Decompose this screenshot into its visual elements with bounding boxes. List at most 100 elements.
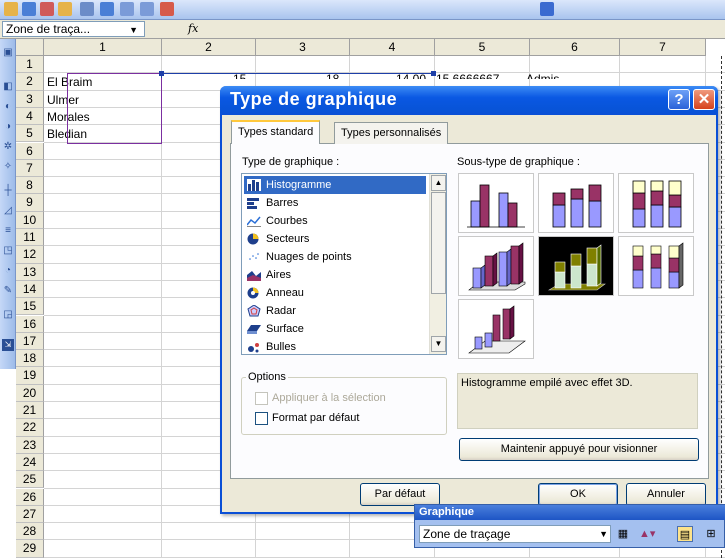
subtype-3d-column[interactable] [458, 299, 534, 359]
shape-icon[interactable]: ◐ [2, 101, 14, 113]
cell-value[interactable]: Admis [526, 73, 559, 79]
cancel-button[interactable]: Annuler [626, 483, 706, 506]
select-all-corner[interactable] [16, 39, 44, 56]
data-table-icon[interactable]: ⊞ [703, 526, 719, 542]
chevron-down-icon[interactable]: ▼ [129, 23, 138, 36]
row-header[interactable]: 16 [16, 315, 44, 333]
default-button[interactable]: Par défaut [360, 483, 440, 506]
shape-icon[interactable]: ◿ [2, 205, 14, 217]
row-header[interactable]: 27 [16, 505, 44, 524]
row-header[interactable]: 9 [16, 194, 44, 212]
name-box[interactable]: Zone de traça... ▼ [2, 21, 145, 37]
toolbar-icon[interactable] [120, 2, 134, 16]
image-icon[interactable]: ▣ [2, 47, 14, 59]
shape-icon[interactable]: ◑ [2, 121, 14, 133]
subtype-3d-clustered-column[interactable] [458, 236, 534, 296]
resize-grip-icon[interactable]: ⇲ [2, 339, 14, 351]
toolbar-icon[interactable] [22, 2, 36, 16]
subtype-3d-100-stacked-column[interactable] [618, 236, 694, 296]
row-header[interactable]: 3 [16, 90, 44, 108]
toolbar-icon[interactable] [4, 2, 18, 16]
row-header[interactable]: 7 [16, 159, 44, 178]
default-format-checkbox[interactable] [255, 412, 268, 425]
chart-type-item[interactable]: Radar [244, 302, 426, 320]
column-header[interactable]: 3 [256, 39, 350, 56]
row-header[interactable]: 24 [16, 453, 44, 472]
column-header[interactable]: 5 [435, 39, 530, 56]
column-header[interactable]: 2 [162, 39, 256, 56]
column-header[interactable]: 6 [530, 39, 620, 56]
dialog-title-bar[interactable]: Type de graphique ? ✕ [220, 86, 718, 115]
row-header[interactable]: 26 [16, 488, 44, 506]
function-icon[interactable]: fx [188, 22, 198, 35]
line-style-icon[interactable]: ≡ [2, 225, 14, 237]
row-header[interactable]: 19 [16, 367, 44, 385]
scroll-down-icon[interactable]: ▼ [431, 336, 446, 352]
chart-type-item[interactable]: Secteurs [244, 230, 426, 248]
row-header[interactable]: 5 [16, 125, 44, 143]
subtype-clustered-column[interactable] [458, 173, 534, 233]
format-object-icon[interactable]: ▦ [615, 526, 631, 542]
column-header[interactable]: 1 [44, 39, 162, 56]
row-header[interactable]: 22 [16, 419, 44, 437]
row-header[interactable]: 6 [16, 142, 44, 160]
legend-icon[interactable]: ▤ [677, 526, 693, 542]
row-header[interactable]: 13 [16, 263, 44, 281]
chart-type-item[interactable]: Aires [244, 266, 426, 284]
tab-custom-types[interactable]: Types personnalisés [334, 122, 449, 144]
chart-type-list[interactable]: Histogramme Barres Courbes Secteurs Nuages d… [241, 173, 447, 355]
row-header[interactable]: 18 [16, 350, 44, 368]
chart-object-frame[interactable] [161, 73, 433, 78]
subtype-stacked-column[interactable] [538, 173, 614, 233]
chart-type-item[interactable]: Courbes [244, 212, 426, 230]
preview-button[interactable]: Maintenir appuyé pour visionner [459, 438, 699, 461]
subtype-3d-stacked-column[interactable] [538, 236, 614, 296]
shape-icon[interactable]: ◔ [2, 265, 14, 277]
chevron-down-icon[interactable]: ▼ [599, 526, 608, 542]
chart-resize-handle[interactable] [159, 71, 164, 76]
scroll-thumb[interactable] [431, 192, 446, 294]
row-header[interactable]: 1 [16, 56, 44, 74]
chart-type-item[interactable]: Nuages de points [244, 248, 426, 266]
row-header[interactable]: 29 [16, 540, 44, 558]
row-header[interactable]: 20 [16, 384, 44, 402]
apply-selection-checkbox[interactable] [255, 392, 268, 405]
toolbar-icon[interactable] [160, 2, 174, 16]
row-header[interactable]: 2 [16, 73, 44, 91]
list-scrollbar[interactable]: ▲ ▼ [429, 174, 446, 354]
shape-icon[interactable]: ┼ [2, 185, 14, 197]
row-header[interactable]: 12 [16, 246, 44, 264]
row-header[interactable]: 10 [16, 211, 44, 229]
toolbar-icon[interactable] [80, 2, 94, 16]
chart-type-icon[interactable]: ▲▾ [639, 526, 655, 542]
row-header[interactable]: 28 [16, 523, 44, 541]
row-header[interactable]: 25 [16, 471, 44, 489]
shape-icon[interactable]: ◳ [2, 245, 14, 257]
chart-object-select[interactable]: Zone de traçage ▼ [419, 525, 611, 543]
chart-resize-handle[interactable] [431, 71, 436, 76]
row-header[interactable]: 11 [16, 229, 44, 247]
row-header[interactable]: 23 [16, 436, 44, 454]
column-header[interactable]: 4 [350, 39, 435, 56]
subtype-100-stacked-column[interactable] [618, 173, 694, 233]
close-button[interactable]: ✕ [693, 89, 715, 110]
shape-icon[interactable]: ◧ [2, 81, 14, 93]
toolbar-icon[interactable] [58, 2, 72, 16]
shape-icon[interactable]: ✧ [2, 161, 14, 173]
row-header[interactable]: 8 [16, 177, 44, 195]
shape-icon[interactable]: ✲ [2, 141, 14, 153]
scroll-up-icon[interactable]: ▲ [431, 175, 446, 191]
row-header[interactable]: 14 [16, 280, 44, 299]
row-header[interactable]: 4 [16, 107, 44, 126]
chart-type-item[interactable]: Anneau [244, 284, 426, 302]
help-button[interactable]: ? [668, 89, 690, 110]
shape-icon[interactable]: ◲ [2, 309, 14, 321]
cell-value[interactable]: 15,6666667 [436, 73, 499, 79]
chart-type-item[interactable]: Surface [244, 320, 426, 338]
toolbar-icon[interactable] [40, 2, 54, 16]
pen-icon[interactable]: ✎ [2, 285, 14, 297]
chart-type-item[interactable]: Barres [244, 194, 426, 212]
toolbar-icon[interactable] [100, 2, 114, 16]
tab-standard-types[interactable]: Types standard [231, 120, 321, 144]
row-header[interactable]: 17 [16, 332, 44, 351]
